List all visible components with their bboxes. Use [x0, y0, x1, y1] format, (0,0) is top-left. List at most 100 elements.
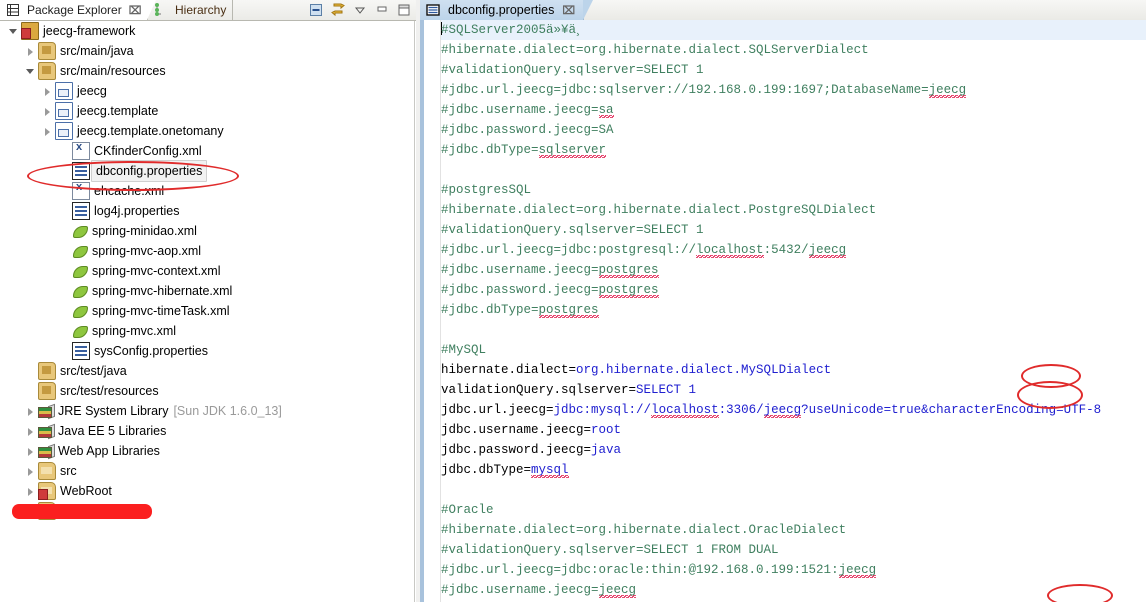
code-line[interactable]: #jdbc.username.jeecg=jeecg	[441, 580, 1146, 600]
code-line[interactable]: #postgresSQL	[441, 180, 1146, 200]
tree-item-dbconfig-properties[interactable]: dbconfig.properties	[0, 160, 414, 182]
code-line[interactable]: #jdbc.url.jeecg=jdbc:postgresql://localh…	[441, 240, 1146, 260]
code-line[interactable]: jdbc.dbType=mysql	[441, 460, 1146, 480]
expand-arrow-closed-icon[interactable]	[25, 46, 36, 57]
code-line[interactable]: #MySQL	[441, 340, 1146, 360]
code-token: jdbc:mysql://	[553, 403, 652, 417]
expand-arrow-closed-icon[interactable]	[42, 86, 53, 97]
folder-icon	[38, 462, 56, 480]
tree-item-sysconfig-properties[interactable]: sysConfig.properties	[0, 341, 414, 361]
tree-item-log4j-properties[interactable]: log4j.properties	[0, 201, 414, 221]
tree-item-jeecg-template-onetomany[interactable]: jeecg.template.onetomany	[0, 121, 414, 141]
properties-file-icon	[72, 162, 90, 180]
code-line[interactable]: #validationQuery.sqlserver=SELECT 1 FROM…	[441, 540, 1146, 560]
expand-arrow-open-icon[interactable]	[8, 26, 19, 37]
code-line[interactable]: #Oracle	[441, 500, 1146, 520]
close-icon[interactable]: ⌧	[129, 4, 142, 17]
editor-text-content[interactable]: #SQLServer2005ä»¥ä¸ #hibernate.dialect=o…	[441, 20, 1146, 602]
code-line[interactable]: hibernate.dialect=org.hibernate.dialect.…	[441, 360, 1146, 380]
minimize-icon[interactable]	[374, 2, 390, 18]
expand-arrow-none	[25, 386, 36, 397]
tree-item-webroot[interactable]: WebRoot	[0, 481, 414, 501]
expand-arrow-closed-icon[interactable]	[25, 466, 36, 477]
code-line[interactable]: #SQLServer2005ä»¥ä¸	[441, 20, 1146, 40]
tree-item-src-main-java[interactable]: src/main/java	[0, 41, 414, 61]
maximize-icon[interactable]	[396, 2, 412, 18]
expand-arrow-closed-icon[interactable]	[42, 106, 53, 117]
code-token: #SQLServer2005ä»¥ä¸	[441, 23, 594, 37]
tree-item-jre-system-library[interactable]: JRE System Library [Sun JDK 1.6.0_13]	[0, 401, 414, 421]
tree-item-label: jeecg.template	[77, 104, 159, 118]
tree-item-label: spring-mvc-timeTask.xml	[92, 304, 230, 318]
code-line[interactable]: #jdbc.password.jeecg=SA	[441, 120, 1146, 140]
code-line[interactable]: #hibernate.dialect=org.hibernate.dialect…	[441, 200, 1146, 220]
code-line[interactable]: #hibernate.dialect=org.hibernate.dialect…	[441, 40, 1146, 60]
code-line[interactable]: jdbc.password.jeecg=java	[441, 440, 1146, 460]
code-line[interactable]: #jdbc.url.jeecg=jdbc:oracle:thin:@192.16…	[441, 560, 1146, 580]
editor-vertical-ruler[interactable]	[424, 20, 441, 602]
tree-item-ehcache-xml[interactable]: ehcache.xml	[0, 181, 414, 201]
tree-item-jeecg[interactable]: jeecg	[0, 81, 414, 101]
tree-item-jeecg-template[interactable]: jeecg.template	[0, 101, 414, 121]
expand-arrow-closed-icon[interactable]	[25, 486, 36, 497]
expand-arrow-none	[59, 226, 70, 237]
tree-item-java-ee-5-libraries[interactable]: Java EE 5 Libraries	[0, 421, 414, 441]
source-folder-icon	[38, 382, 56, 400]
expand-arrow-closed-icon[interactable]	[25, 426, 36, 437]
spring-file-icon	[72, 303, 88, 319]
tree-item-spring-mvc-xml[interactable]: spring-mvc.xml	[0, 321, 414, 341]
package-icon	[55, 122, 73, 140]
tree-item-label: Java EE 5 Libraries	[58, 424, 167, 438]
tab-hierarchy[interactable]: Hierarchy	[148, 0, 234, 20]
tree-item-src-main-resources[interactable]: src/main/resources	[0, 61, 414, 81]
tree-item-spring-mvc-aop-xml[interactable]: spring-mvc-aop.xml	[0, 241, 414, 261]
close-icon[interactable]: ⌧	[562, 4, 575, 17]
tree-item-jeecg-framework[interactable]: jeecg-framework	[0, 21, 414, 41]
code-line[interactable]: #jdbc.password.jeecg=postgres	[441, 280, 1146, 300]
code-token: #jdbc.username.jeecg=	[441, 103, 599, 117]
view-menu-icon[interactable]	[352, 2, 368, 18]
code-token: jeecg	[838, 563, 877, 578]
tab-package-explorer[interactable]: Package Explorer ⌧	[0, 0, 157, 20]
code-line[interactable]: #validationQuery.sqlserver=SELECT 1	[441, 60, 1146, 80]
xml-file-icon	[72, 141, 90, 160]
code-token: jeecg	[928, 83, 967, 98]
code-line[interactable]: #jdbc.username.jeecg=postgres	[441, 260, 1146, 280]
code-line[interactable]: #validationQuery.sqlserver=SELECT 1	[441, 220, 1146, 240]
tree-item-src[interactable]: src	[0, 461, 414, 481]
expand-arrow-closed-icon[interactable]	[25, 446, 36, 457]
code-line[interactable]	[441, 160, 1146, 180]
xml-file-icon	[72, 181, 90, 200]
code-line[interactable]: #jdbc.username.jeecg=sa	[441, 100, 1146, 120]
tree-item-label: spring-mvc-context.xml	[92, 264, 221, 278]
code-token: #jdbc.url.jeecg=jdbc:sqlserver://192.168…	[441, 83, 929, 97]
code-line[interactable]: #jdbc.dbType=sqlserver	[441, 140, 1146, 160]
eclipse-ide-window: Package Explorer ⌧ Hierarchy jeecg-frame…	[0, 0, 1146, 602]
code-line[interactable]: #jdbc.url.jeecg=jdbc:sqlserver://192.168…	[441, 80, 1146, 100]
tab-dbconfig-properties[interactable]: dbconfig.properties ⌧	[420, 0, 594, 20]
code-line[interactable]: jdbc.url.jeecg=jdbc:mysql://localhost:33…	[441, 400, 1146, 420]
tree-item-spring-minidao-xml[interactable]: spring-minidao.xml	[0, 221, 414, 241]
code-line[interactable]: #hibernate.dialect=org.hibernate.dialect…	[441, 520, 1146, 540]
tree-item-ckfinderconfig-xml[interactable]: CKfinderConfig.xml	[0, 141, 414, 161]
collapse-all-icon[interactable]	[308, 2, 324, 18]
tree-item-spring-mvc-hibernate-xml[interactable]: spring-mvc-hibernate.xml	[0, 281, 414, 301]
code-line[interactable]: jdbc.username.jeecg=root	[441, 420, 1146, 440]
expand-arrow-closed-icon[interactable]	[25, 406, 36, 417]
tree-item-src-test-resources[interactable]: src/test/resources	[0, 381, 414, 401]
tree-item-label: src/main/resources	[60, 64, 166, 78]
code-line[interactable]: validationQuery.sqlserver=SELECT 1	[441, 380, 1146, 400]
code-line[interactable]	[441, 320, 1146, 340]
code-token: jdbc.dbType=	[441, 463, 532, 477]
link-with-editor-icon[interactable]	[330, 2, 346, 18]
expand-arrow-none	[59, 326, 70, 337]
tree-item-spring-mvc-timetask-xml[interactable]: spring-mvc-timeTask.xml	[0, 301, 414, 321]
expand-arrow-closed-icon[interactable]	[42, 126, 53, 137]
code-line[interactable]	[441, 480, 1146, 500]
expand-arrow-open-icon[interactable]	[25, 66, 36, 77]
code-token: localhost	[651, 403, 719, 418]
tree-item-web-app-libraries[interactable]: Web App Libraries	[0, 441, 414, 461]
tree-item-src-test-java[interactable]: src/test/java	[0, 361, 414, 381]
code-line[interactable]: #jdbc.dbType=postgres	[441, 300, 1146, 320]
tree-item-spring-mvc-context-xml[interactable]: spring-mvc-context.xml	[0, 261, 414, 281]
